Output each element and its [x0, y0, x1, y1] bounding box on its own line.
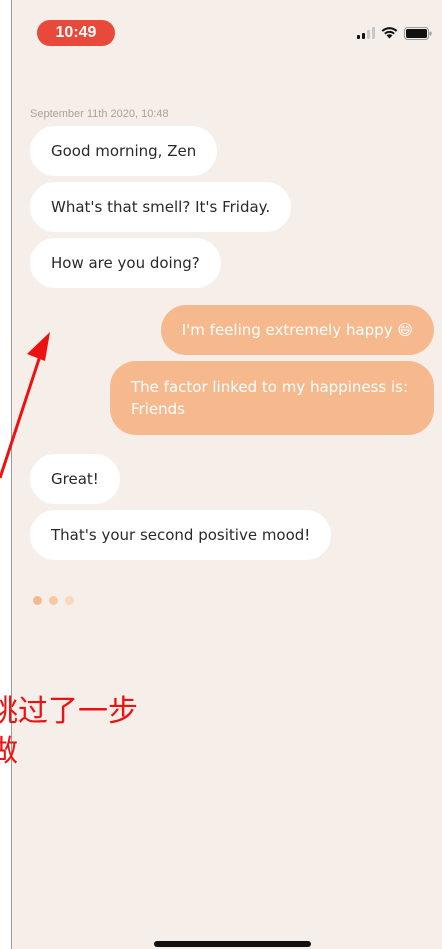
chat-screen: 10:49 September 11th 2020, 10:48 Good mo…: [12, 0, 442, 949]
home-indicator[interactable]: [154, 941, 311, 947]
wifi-icon: [381, 27, 398, 39]
bot-message-bubble: That's your second positive mood!: [30, 510, 332, 560]
status-time: 10:49: [37, 20, 115, 46]
bot-message-bubble: How are you doing?: [30, 238, 221, 288]
user-message-bubble: I'm feeling extremely happy 😄: [160, 305, 434, 355]
bot-message-bubble: Good morning, Zen: [30, 126, 218, 176]
typing-dots-icon: [33, 596, 74, 605]
annotation-line-1: 跳过了一步: [0, 694, 138, 729]
battery-icon: [404, 26, 432, 40]
chat-timestamp: September 11th 2020, 10:48: [30, 108, 169, 120]
user-message-bubble: The factor linked to my happiness is: Fr…: [110, 361, 434, 435]
annotation-note: 跳过了一步 做: [0, 692, 138, 772]
annotation-line-2: 做: [0, 734, 18, 769]
message-text: Good morning, Zen: [51, 142, 197, 160]
message-text: That's your second positive mood!: [51, 526, 311, 544]
message-text: Great!: [51, 470, 99, 488]
status-icons: [357, 24, 432, 42]
status-bar: 10:49: [12, 0, 442, 60]
message-text: What's that smell? It's Friday.: [51, 198, 271, 216]
message-text: I'm feeling extremely happy 😄: [181, 321, 413, 339]
message-text: How are you doing?: [51, 254, 200, 272]
bot-message-bubble: Great!: [30, 454, 120, 504]
bot-message-bubble: What's that smell? It's Friday.: [30, 182, 292, 232]
left-margin: [0, 0, 12, 949]
message-text: The factor linked to my happiness is: Fr…: [131, 378, 409, 418]
cellular-signal-icon: [357, 27, 375, 39]
